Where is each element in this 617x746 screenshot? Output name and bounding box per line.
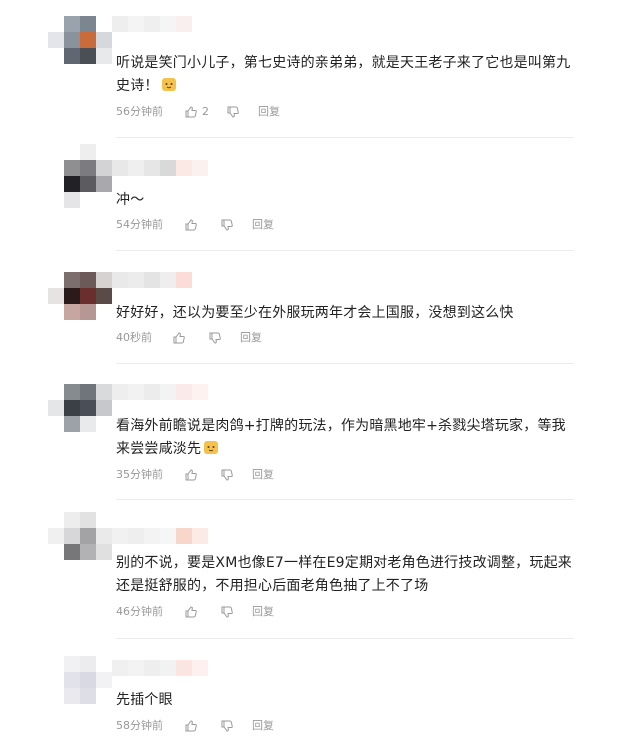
username-blurred	[96, 528, 208, 544]
comment-text: 看海外前瞻说是肉鸽+打牌的玩法，作为暗黑地牢+杀戮尖塔玩家，等我来尝尝咸淡先	[116, 415, 577, 461]
comment-time: 58分钟前	[116, 719, 163, 732]
like-icon[interactable]	[184, 468, 198, 482]
reply-button[interactable]: 回复	[252, 216, 274, 234]
like-icon[interactable]	[184, 105, 198, 119]
like-icon[interactable]	[172, 331, 186, 345]
comment-text-content: 先插个眼	[116, 692, 173, 708]
comment-text: 好好好，还以为要至少在外服玩两年才会上国服，没想到这么快	[116, 302, 577, 325]
reply-button[interactable]: 回复	[252, 603, 274, 621]
reply-button[interactable]: 回复	[258, 103, 280, 121]
reply-button[interactable]: 回复	[252, 717, 274, 735]
comment-time: 56分钟前	[116, 105, 163, 118]
username-blurred	[96, 16, 208, 32]
divider	[116, 499, 574, 500]
avatar[interactable]	[48, 512, 112, 576]
dislike-icon[interactable]	[220, 468, 234, 482]
username-blurred	[96, 272, 208, 288]
comment-text: 听说是笑门小儿子，第七史诗的亲弟弟，就是天王老子来了它也是叫第九史诗！	[116, 52, 577, 98]
username-blurred	[96, 384, 208, 400]
like-icon[interactable]	[184, 218, 198, 232]
avatar[interactable]	[48, 144, 112, 208]
like-count: 2	[202, 105, 209, 118]
dislike-icon[interactable]	[208, 331, 222, 345]
comment-text: 冲～	[116, 189, 577, 212]
comment-text-content: 听说是笑门小儿子，第七史诗的亲弟弟，就是天王老子来了它也是叫第九史诗！	[116, 55, 571, 94]
divider	[116, 363, 574, 364]
comment-text-content: 别的不说，要是XM也像E7一样在E9定期对老角色进行技改调整，玩起来还是挺舒服的…	[116, 555, 572, 594]
divider	[116, 137, 574, 138]
comment-time: 40秒前	[116, 331, 152, 344]
like-icon[interactable]	[184, 719, 198, 733]
dislike-icon[interactable]	[226, 105, 240, 119]
reply-button[interactable]: 回复	[240, 329, 262, 347]
divider	[116, 638, 574, 639]
dislike-icon[interactable]	[220, 719, 234, 733]
username-blurred	[96, 660, 208, 676]
comment-time: 35分钟前	[116, 468, 163, 481]
comment-time: 54分钟前	[116, 218, 163, 231]
dislike-icon[interactable]	[220, 218, 234, 232]
like-icon[interactable]	[184, 605, 198, 619]
reply-button[interactable]: 回复	[252, 466, 274, 484]
comment-text: 别的不说，要是XM也像E7一样在E9定期对老角色进行技改调整，玩起来还是挺舒服的…	[116, 552, 577, 598]
cat-emoji-icon	[161, 78, 176, 91]
dislike-icon[interactable]	[220, 605, 234, 619]
comment-text-content: 看海外前瞻说是肉鸽+打牌的玩法，作为暗黑地牢+杀戮尖塔玩家，等我来尝尝咸淡先	[116, 418, 566, 457]
comment-time: 46分钟前	[116, 605, 163, 618]
cat-emoji-icon	[204, 441, 219, 454]
divider	[116, 250, 574, 251]
comment-text-content: 好好好，还以为要至少在外服玩两年才会上国服，没想到这么快	[116, 305, 514, 321]
comment-text-content: 冲～	[116, 192, 145, 208]
comment-text: 先插个眼	[116, 689, 577, 712]
username-blurred	[96, 160, 208, 176]
